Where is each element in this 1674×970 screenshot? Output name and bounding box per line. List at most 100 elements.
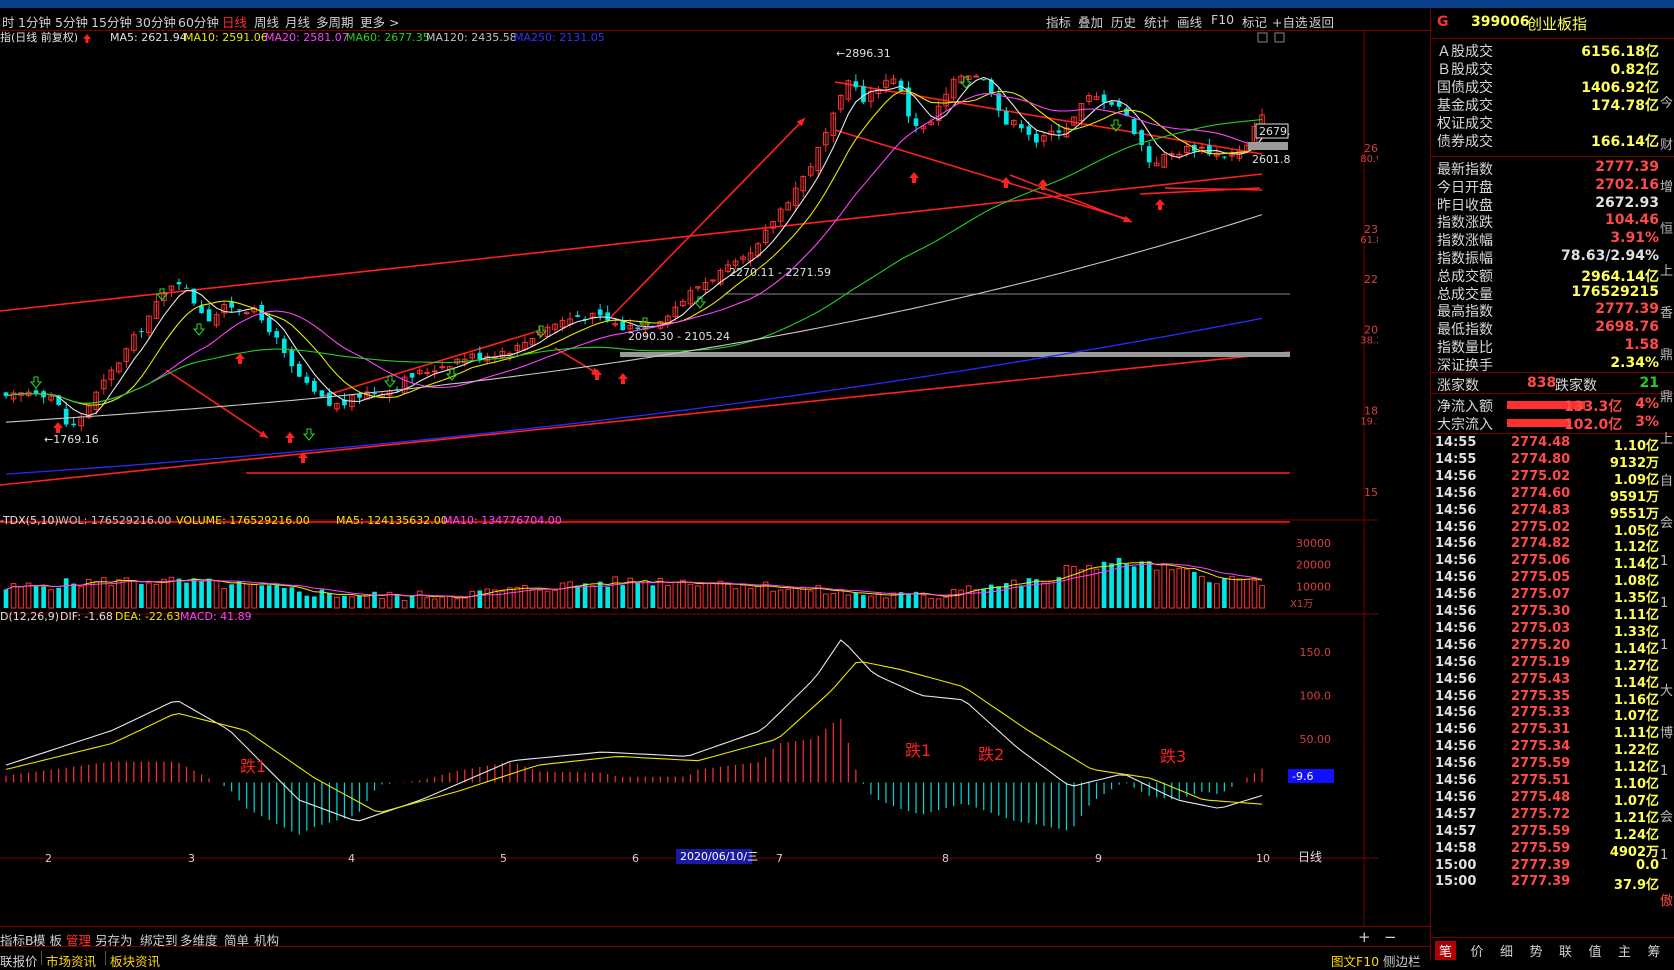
tick-row[interactable]: 14:56 2775.02 1.05亿: [1431, 520, 1674, 539]
timeframe-5m[interactable]: 5分钟: [55, 12, 88, 31]
tool-draw[interactable]: 画线: [1177, 12, 1202, 31]
candle-down: [853, 81, 859, 88]
tick-row[interactable]: 14:56 2775.34 1.22亿: [1431, 739, 1674, 758]
tick-row[interactable]: 14:56 2775.20 1.14亿: [1431, 638, 1674, 657]
tool-overlay[interactable]: 叠加: [1078, 12, 1103, 31]
tool-indicator[interactable]: 指标: [1046, 12, 1071, 31]
quote-row: 指数涨幅 3.91%: [1431, 230, 1674, 249]
down-label: 跌家数: [1555, 378, 1597, 394]
tick-row[interactable]: 14:56 2775.30 1.11亿: [1431, 604, 1674, 623]
turnover-row: 国债成交 1406.92亿: [1431, 77, 1674, 96]
tool-stats[interactable]: 统计: [1144, 12, 1169, 31]
tick-row[interactable]: 14:55 2774.80 9132万: [1431, 452, 1674, 471]
timeframe-monthly[interactable]: 月线: [285, 12, 310, 31]
tick-row[interactable]: 14:57 2775.59 1.24亿: [1431, 824, 1674, 843]
tick-row[interactable]: 14:56 2775.59 1.12亿: [1431, 756, 1674, 775]
moving-average-lines: [5, 76, 1263, 475]
volume-bar-up: [529, 589, 536, 609]
zoom-out-button[interactable]: −: [1384, 928, 1397, 946]
zoom-in-button[interactable]: +: [1358, 928, 1371, 946]
candle-down: [304, 376, 310, 383]
timeframe-60m[interactable]: 60分钟: [178, 12, 219, 31]
sidebar-button[interactable]: 侧边栏: [1383, 951, 1421, 970]
timeframe-1m[interactable]: 1分钟: [18, 12, 51, 31]
tick-row[interactable]: 14:56 2775.48 1.07亿: [1431, 790, 1674, 809]
turnover-label: 债券成交: [1437, 134, 1493, 150]
f10-button[interactable]: 图文F10: [1331, 951, 1379, 970]
volume-bar-up: [364, 594, 370, 609]
timeframe-multi[interactable]: 多周期: [316, 12, 354, 31]
tick-row[interactable]: 14:57 2775.72 1.21亿: [1431, 806, 1674, 826]
volume-bar-down: [357, 595, 362, 608]
tool-add-watch[interactable]: +自选: [1272, 12, 1307, 31]
month-tick-label: 8: [942, 852, 949, 865]
tick-price: 2775.30: [1511, 604, 1571, 619]
volume-bar-up: [221, 588, 227, 609]
tick-row[interactable]: 14:56 2775.33 1.07亿: [1431, 705, 1674, 724]
macd-annotation: 跌2: [978, 745, 1004, 764]
quote-tab-7[interactable]: 筹: [1648, 941, 1661, 960]
tick-row[interactable]: 14:56 2775.19 1.27亿: [1431, 655, 1674, 674]
tool-back[interactable]: 返回: [1309, 12, 1334, 31]
tick-row[interactable]: 14:56 2774.82 1.12亿: [1431, 536, 1674, 555]
quote-tab-2[interactable]: 细: [1500, 941, 1513, 960]
volume-bar-up: [1183, 568, 1190, 609]
month-tick-label: 5: [500, 852, 507, 865]
info-link-1[interactable]: 市场资讯: [46, 951, 96, 970]
timeframe-daily[interactable]: 日线: [222, 12, 247, 31]
side-char: 大: [1660, 684, 1674, 699]
side-char: 上: [1660, 264, 1674, 279]
quote-value: 2702.16: [1595, 176, 1659, 193]
volume-bar-down: [266, 585, 272, 608]
tick-row[interactable]: 14:56 2775.03 1.33亿: [1431, 620, 1674, 640]
volume-bar-up: [131, 581, 137, 609]
tool-f10[interactable]: F10: [1211, 12, 1234, 27]
quote-row: 指数振幅 78.63/2.94%: [1431, 248, 1674, 267]
volume-bar-up: [725, 583, 731, 609]
volume-bar-up: [1168, 569, 1175, 609]
volume-bar-down: [906, 593, 911, 608]
volume-bar-up: [454, 598, 461, 609]
tick-time: 14:56: [1435, 620, 1477, 636]
tick-row[interactable]: 14:56 2775.35 1.16亿: [1431, 689, 1674, 708]
candle-down: [861, 86, 866, 103]
quote-tab-4[interactable]: 联: [1559, 941, 1572, 960]
tool-mark[interactable]: 标记: [1242, 12, 1267, 31]
timeframe-15m[interactable]: 15分钟: [91, 12, 132, 31]
volume-bar-up: [567, 581, 573, 609]
timeframe-weekly[interactable]: 周线: [254, 12, 279, 31]
tick-row[interactable]: 14:56 2775.06 1.14亿: [1431, 553, 1674, 572]
quote-tab-0[interactable]: 笔: [1435, 941, 1457, 960]
kline-chart[interactable]: 264680.9%239661.8%2241208638.2%183619.1%…: [0, 30, 1378, 926]
quote-tab-3[interactable]: 势: [1530, 941, 1543, 960]
ma10-line: [5, 90, 1263, 406]
volume-bar-down: [597, 581, 603, 608]
turnover-value: 166.14亿: [1590, 134, 1659, 150]
tick-row[interactable]: 14:56 2775.07 1.35亿: [1431, 587, 1674, 606]
tick-price: 2775.72: [1511, 806, 1571, 822]
volume-bar-down: [1034, 579, 1039, 608]
tick-row[interactable]: 15:00 2777.39 37.9亿: [1431, 874, 1674, 893]
tick-row[interactable]: 15:00 2777.39 0.0: [1431, 858, 1674, 876]
info-link-0[interactable]: 联报价: [0, 951, 38, 970]
timeframe-more[interactable]: 更多 >: [360, 12, 399, 31]
quote-tab-5[interactable]: 值: [1589, 941, 1602, 960]
tick-row[interactable]: 14:56 2775.31 1.11亿: [1431, 722, 1674, 741]
tick-row[interactable]: 14:55 2774.48 1.10亿: [1431, 435, 1674, 454]
tick-row[interactable]: 14:56 2774.60 9591万: [1431, 486, 1674, 505]
tick-row[interactable]: 14:56 2775.43 1.14亿: [1431, 672, 1674, 691]
tick-row[interactable]: 14:56 2775.02 1.09亿: [1431, 469, 1674, 488]
tick-row[interactable]: 14:56 2775.05 1.08亿: [1431, 570, 1674, 589]
timeframe-minute[interactable]: 时: [2, 12, 15, 31]
tick-row[interactable]: 14:56 2775.51 1.10亿: [1431, 773, 1674, 792]
quote-row: 总成交额 2964.14亿: [1431, 266, 1674, 285]
timeframe-30m[interactable]: 30分钟: [135, 12, 176, 31]
info-link-2[interactable]: 板块资讯: [110, 951, 160, 970]
tick-row[interactable]: 14:56 2774.83 9551万: [1431, 503, 1674, 522]
volume-bar-up: [702, 583, 709, 609]
down-count: 21: [1639, 375, 1659, 391]
quote-tab-1[interactable]: 价: [1471, 941, 1484, 960]
quote-tab-6[interactable]: 主: [1618, 941, 1631, 960]
tool-history[interactable]: 历史: [1111, 12, 1136, 31]
tick-row[interactable]: 14:58 2775.59 4902万: [1431, 841, 1674, 860]
